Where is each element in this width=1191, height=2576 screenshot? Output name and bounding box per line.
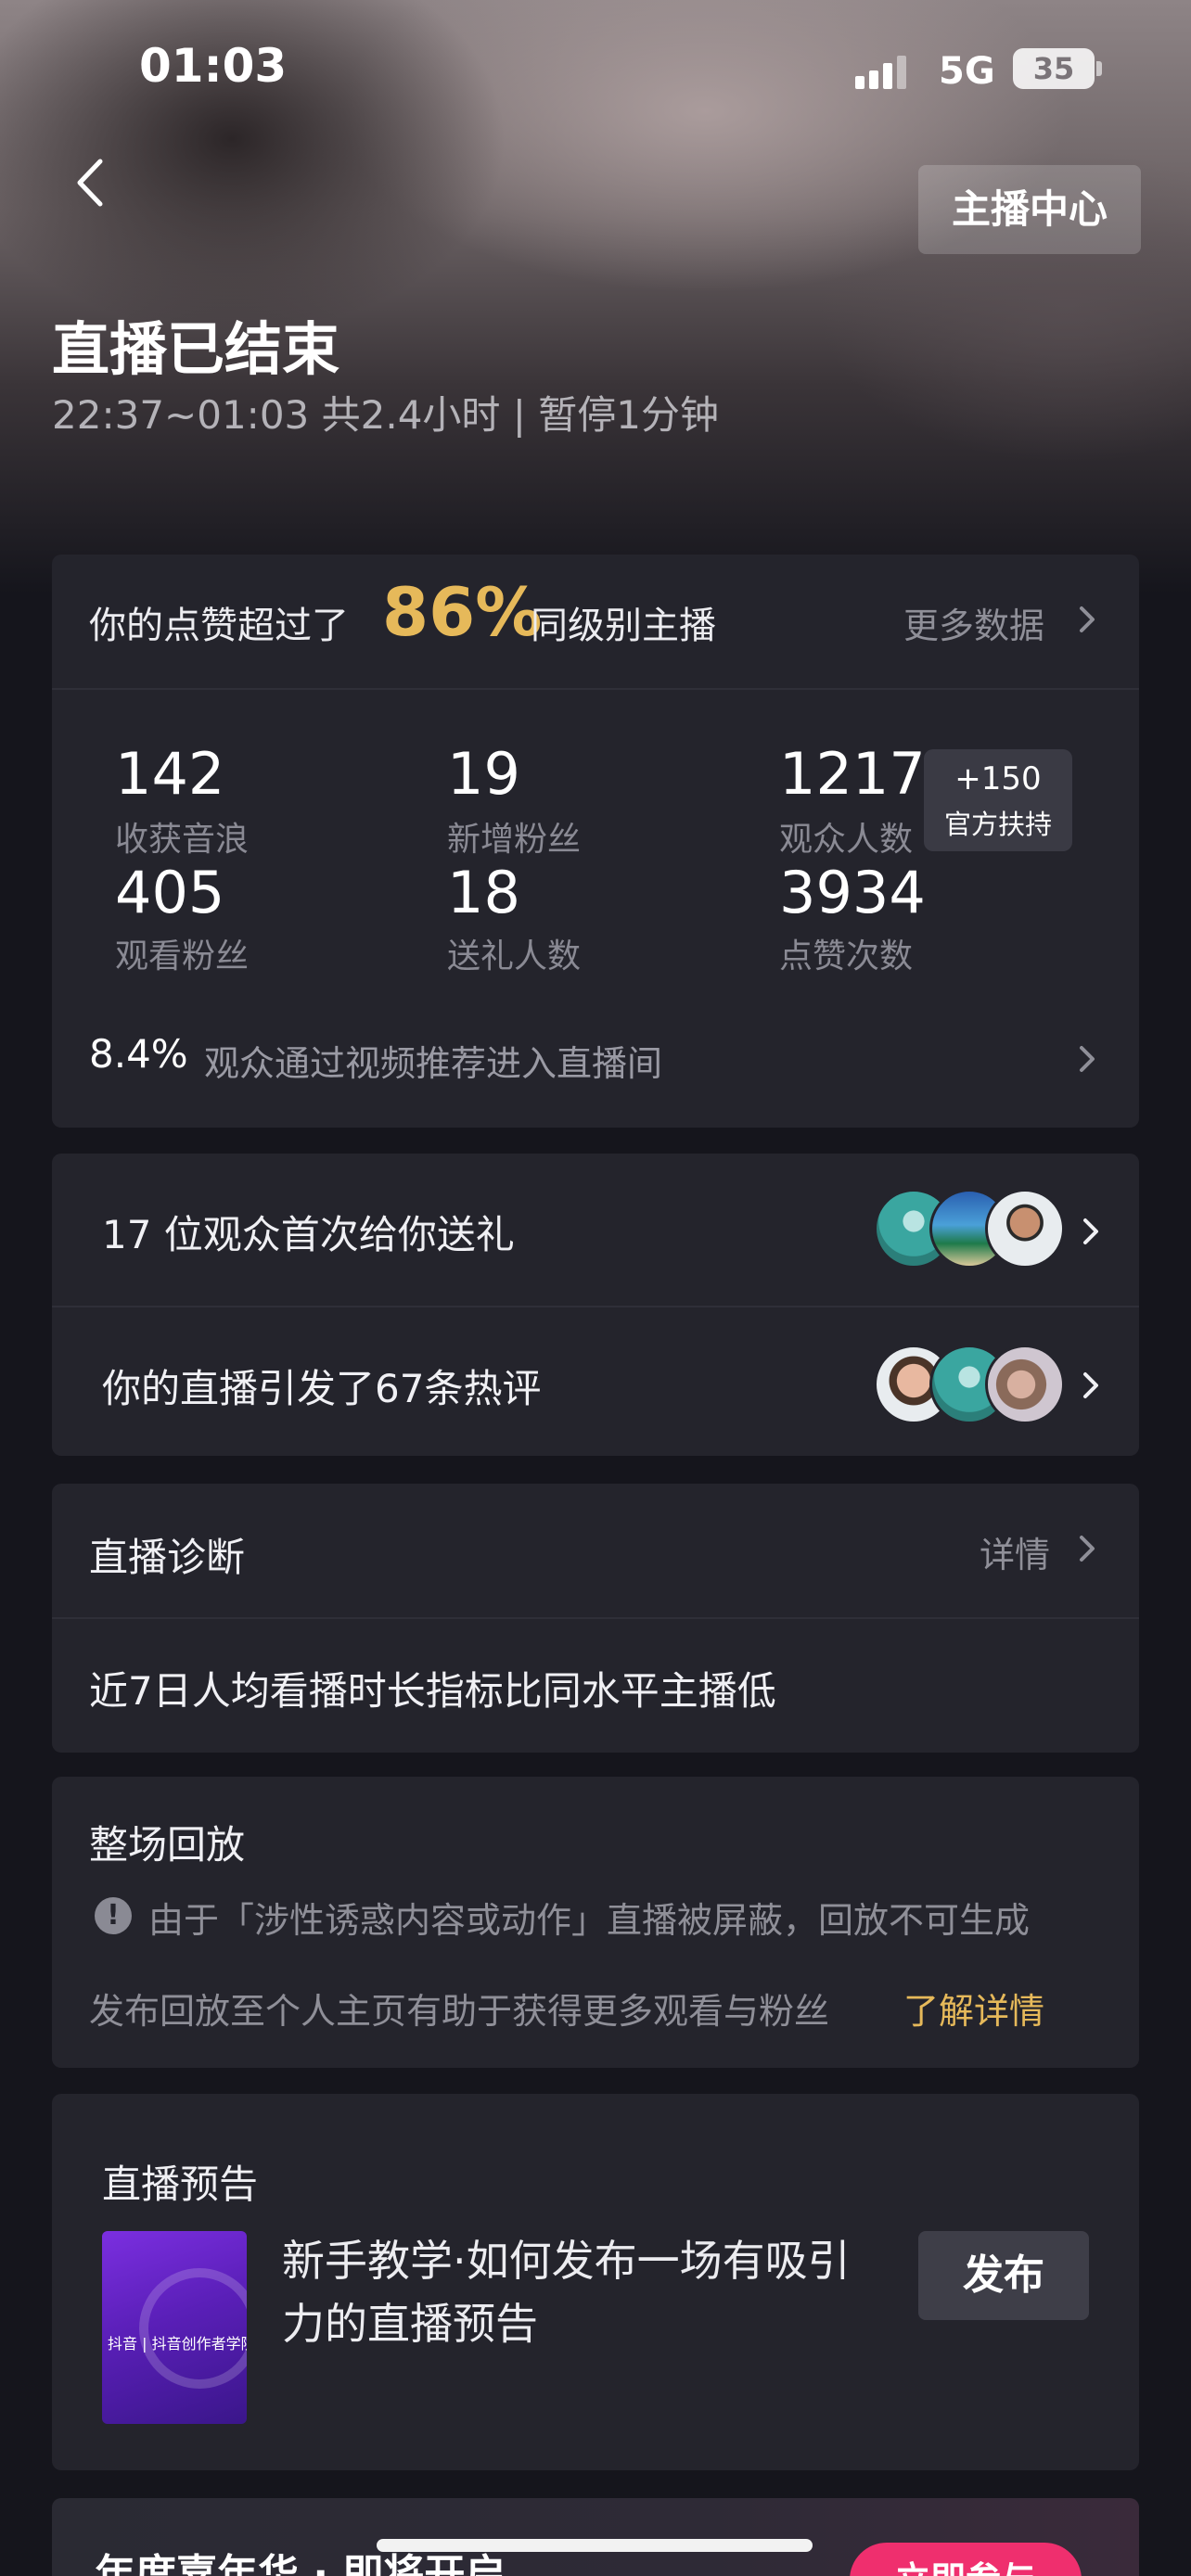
diagnosis-message: 近7日人均看播时长指标比同水平主播低 — [89, 1668, 776, 1714]
recommend-percent: 8.4% — [89, 1031, 188, 1077]
page-title: 直播已结束 — [52, 315, 340, 383]
highlights-card: 17 位观众首次给你送礼 你的直播引发了67条热评 — [52, 1154, 1139, 1456]
replay-title: 整场回放 — [89, 1822, 246, 1868]
divider — [52, 688, 1139, 690]
chevron-right-icon[interactable] — [1069, 1040, 1106, 1078]
stat-label: 收获音浪 — [115, 821, 250, 859]
status-bar: 01:03 5G 35 — [0, 0, 1191, 139]
diagnosis-title: 直播诊断 — [89, 1535, 246, 1580]
summary-card: 你的点赞超过了 86% 同级别主播 更多数据 142 收获音浪 19 新增粉丝 … — [52, 555, 1139, 1128]
network-type: 5G — [939, 50, 995, 93]
warning-icon: ! — [95, 1897, 132, 1934]
home-indicator[interactable] — [377, 2539, 813, 2552]
back-arrow-icon — [77, 159, 103, 207]
stat-label: 点赞次数 — [779, 937, 914, 976]
stat-value: 142 — [115, 740, 225, 808]
replay-hint: 发布回放至个人主页有助于获得更多观看与粉丝 — [89, 1991, 830, 2032]
join-button[interactable]: 立即参与 — [850, 2543, 1082, 2576]
stat-label: 新增粉丝 — [447, 821, 582, 859]
more-data-link[interactable]: 更多数据 — [903, 597, 1044, 648]
recommend-text[interactable]: 观众通过视频推荐进入直播间 — [204, 1035, 662, 1086]
thumbnail-label: 抖音 | 抖音创作者学院 — [108, 2335, 247, 2353]
hot-comments-row[interactable]: 你的直播引发了67条热评 — [102, 1358, 541, 1414]
stat-value: 18 — [447, 859, 520, 926]
battery-tip — [1096, 61, 1102, 76]
likes-prefix: 你的点赞超过了 — [89, 605, 349, 647]
publish-button[interactable]: 发布 — [918, 2231, 1089, 2320]
divider — [52, 1617, 1139, 1619]
likes-percent: 86% — [382, 573, 543, 651]
replay-card: 整场回放 ! 由于「涉性诱惑内容或动作」直播被屏蔽，回放不可生成 发布回放至个人… — [52, 1777, 1139, 2068]
session-info: 22:37~01:03 共2.4小时 | 暂停1分钟 — [52, 392, 719, 438]
chevron-right-icon[interactable] — [1069, 1530, 1106, 1567]
stat-label: 观众人数 — [779, 821, 914, 859]
replay-warning: 由于「涉性诱惑内容或动作」直播被屏蔽，回放不可生成 — [148, 1900, 1031, 1941]
diagnosis-details-link[interactable]: 详情 — [980, 1526, 1050, 1577]
tutorial-thumbnail[interactable]: 抖音 | 抖音创作者学院 — [102, 2231, 247, 2424]
diagnosis-card: 直播诊断 详情 近7日人均看播时长指标比同水平主播低 — [52, 1484, 1139, 1753]
stat-value: 3934 — [779, 859, 926, 926]
stat-label: 送礼人数 — [447, 937, 582, 976]
avatar — [985, 1345, 1065, 1424]
thumbnail-decoration — [139, 2268, 247, 2389]
divider — [52, 1306, 1139, 1307]
battery-icon: 35 — [1013, 48, 1095, 89]
signal-icon — [855, 56, 907, 89]
badge-label: 官方扶持 — [943, 809, 1052, 840]
learn-more-link[interactable]: 了解详情 — [903, 1983, 1044, 2034]
badge-value: +150 — [954, 760, 1042, 797]
chevron-right-icon[interactable] — [1069, 601, 1106, 638]
first-gift-row[interactable]: 17 位观众首次给你送礼 — [102, 1204, 515, 1260]
gala-card: 年度嘉年华 · 即将开启 立即参与 — [52, 2498, 1139, 2576]
stat-value: 19 — [447, 740, 520, 808]
status-time: 01:03 — [139, 39, 288, 93]
anchor-center-button[interactable]: 主播中心 — [918, 165, 1141, 254]
stat-value: 1217 — [779, 740, 926, 808]
official-support-badge: +150 官方扶持 — [924, 749, 1072, 851]
stat-label: 观看粉丝 — [115, 937, 250, 976]
preview-title: 直播预告 — [102, 2162, 259, 2207]
tutorial-title[interactable]: 新手教学·如何发布一场有吸引力的直播预告 — [282, 2229, 876, 2355]
preview-card: 直播预告 抖音 | 抖音创作者学院 新手教学·如何发布一场有吸引力的直播预告 发… — [52, 2094, 1139, 2470]
chevron-right-icon[interactable] — [1072, 1367, 1109, 1404]
stat-value: 405 — [115, 859, 225, 926]
chevron-right-icon[interactable] — [1072, 1213, 1109, 1250]
back-button[interactable] — [65, 150, 121, 215]
avatar — [985, 1189, 1065, 1269]
likes-suffix: 同级别主播 — [531, 605, 716, 647]
